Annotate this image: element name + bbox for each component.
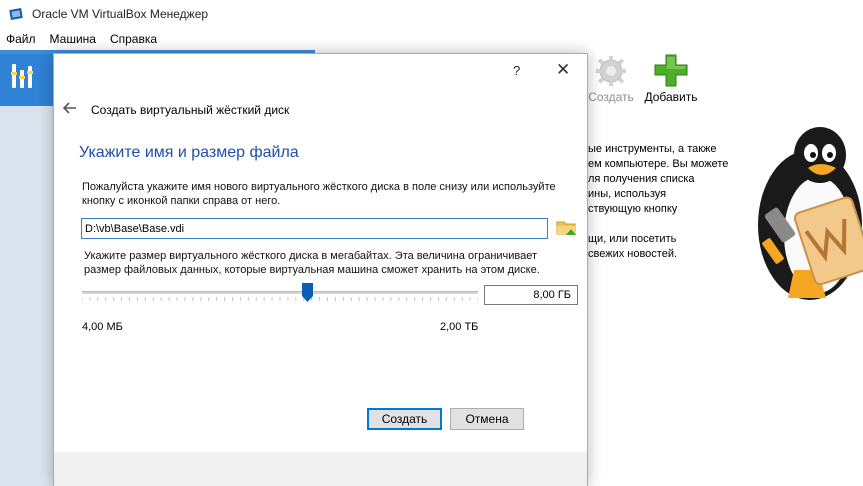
slider-min-label: 4,00 МБ [82,321,123,333]
dialog-title: Создать виртуальный жёсткий диск [91,103,290,117]
virtualbox-icon [9,8,23,20]
welcome-line: ые инструменты, а также [588,143,717,155]
menu-file[interactable]: Файл [0,32,43,46]
welcome-line: ины, используя [588,188,667,200]
welcome-line: ля получения списка [588,173,695,185]
tools-icon [11,64,33,88]
welcome-line: ствующую кнопку [588,203,678,215]
close-icon[interactable]: ✕ [556,60,570,80]
gear-icon [596,56,626,86]
add-vm-label: Добавить [644,90,698,104]
title-bar: Oracle VM VirtualBox Менеджер [0,0,863,28]
add-vm-button[interactable]: Добавить [642,54,700,104]
welcome-text: ые инструменты, а также ем компьютере. В… [588,142,748,262]
welcome-line: щи, или посетить [588,233,677,245]
plus-icon [654,54,688,87]
welcome-gap [588,217,748,232]
menu-bar: Файл Машина Справка [0,28,863,50]
disk-path-input[interactable] [81,218,548,239]
size-slider[interactable] [82,291,478,294]
disk-size-input[interactable] [484,285,578,305]
welcome-line: ем компьютере. Вы можете [588,158,729,170]
tux-mascot-image [758,127,863,300]
cancel-button[interactable]: Отмена [450,408,524,430]
help-button[interactable]: ? [513,63,520,78]
window-title: Oracle VM VirtualBox Менеджер [32,7,209,21]
welcome-line: свежих новостей. [588,248,678,260]
file-description: Пожалуйста укажите имя нового виртуально… [82,181,556,207]
slider-ticks [82,297,478,301]
back-arrow-icon[interactable] [63,102,77,114]
create-vm-label: Создать [588,90,634,104]
dialog-footer [54,452,587,486]
menu-machine[interactable]: Машина [43,32,103,46]
create-vm-button[interactable]: Создать [586,54,636,104]
create-button[interactable]: Создать [367,408,442,430]
machine-list-pane [0,50,315,486]
slider-handle[interactable] [302,283,314,302]
section-heading: Укажите имя и размер файла [79,144,299,161]
menu-help[interactable]: Справка [103,32,164,46]
folder-icon[interactable] [555,216,577,238]
slider-max-label: 2,00 ТБ [440,321,479,333]
size-description: Укажите размер виртуального жёсткого дис… [84,250,540,276]
